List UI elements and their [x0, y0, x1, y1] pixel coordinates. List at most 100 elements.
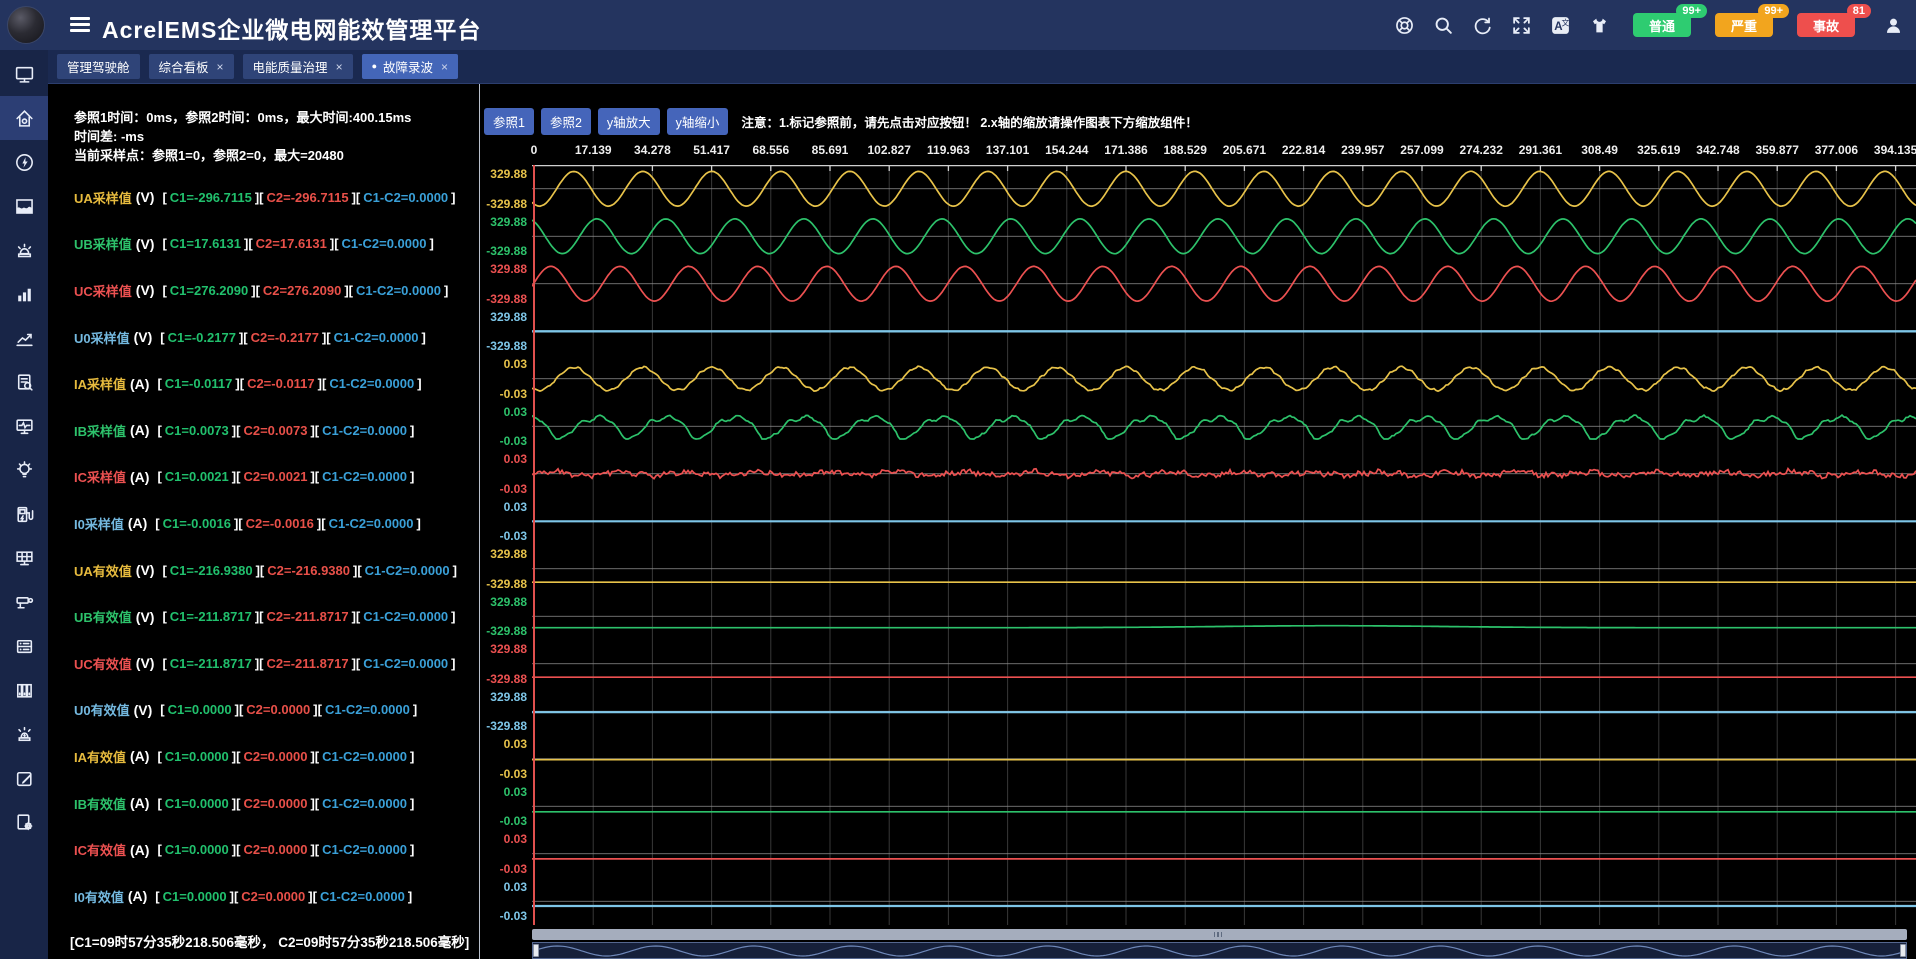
sidebar-item-doc-gear[interactable]: [0, 800, 48, 844]
bracket: [: [157, 423, 161, 438]
bracket: ][: [235, 376, 244, 391]
channel-unit: (V): [136, 189, 155, 205]
c1-c2-diff: C1-C2=0.0000: [322, 796, 407, 811]
channel-row-IA采样值: IA采样值(A)[C1=-0.0117][C2=-0.0117][C1-C2=0…: [74, 360, 473, 407]
channel-row-IB有效值: IB有效值(A)[C1=0.0000][C2=0.0000][C1-C2=0.0…: [74, 780, 473, 827]
sidebar-item-bar-chart[interactable]: [0, 272, 48, 316]
close-icon[interactable]: ×: [336, 60, 343, 74]
bracket: [: [157, 842, 161, 857]
close-icon[interactable]: ×: [217, 60, 224, 74]
chart-button-y轴放大[interactable]: y轴放大: [598, 108, 660, 135]
sidebar-item-area-chart[interactable]: [0, 184, 48, 228]
refresh-icon[interactable]: [1471, 14, 1493, 36]
bracket: ][: [255, 609, 264, 624]
sidebar-item-server-device[interactable]: [0, 624, 48, 668]
bracket: ][: [310, 749, 319, 764]
bracket: ]: [410, 796, 414, 811]
channel-name: UA采样值: [74, 188, 132, 207]
chart-button-y轴缩小[interactable]: y轴缩小: [667, 108, 729, 135]
sidebar-item-ev-charger[interactable]: [0, 492, 48, 536]
bracket: ][: [255, 656, 264, 671]
y-max-label: 0.03: [504, 880, 527, 894]
fullscreen-icon[interactable]: [1510, 14, 1532, 36]
sidebar-item-trend-chart[interactable]: [0, 316, 48, 360]
c1-c2-diff: C1-C2=0.0000: [325, 702, 410, 717]
sidebar-item-report-search[interactable]: [0, 360, 48, 404]
sidebar-item-bulb[interactable]: [0, 448, 48, 492]
reference-info: 参照1时间：0ms，参照2时间：0ms，最大时间:400.15ms 时间差: -…: [74, 108, 411, 165]
bracket: ]: [451, 656, 455, 671]
waveform-chart-area: 参照1参照2y轴放大y轴缩小 注意：1.标记参照前，请先点击对应按钮！ 2.x轴…: [481, 84, 1916, 959]
c2-value: C2=0.0073: [243, 423, 307, 438]
c2-value: C2=-0.0016: [246, 516, 314, 531]
c1-c2-diff: C1-C2=0.0000: [320, 889, 405, 904]
y-min-label: -329.88: [486, 197, 527, 211]
sidebar-item-screen-monitor[interactable]: [0, 52, 48, 96]
c2-value: C2=-216.9380: [267, 563, 350, 578]
hamburger-menu-icon[interactable]: [70, 17, 90, 33]
theme-icon[interactable]: [1588, 14, 1610, 36]
alarm-button-严重[interactable]: 严重99+: [1715, 13, 1773, 37]
c1-value: C1=276.2090: [170, 283, 248, 298]
c1-value: C1=-0.0016: [163, 516, 231, 531]
user-icon[interactable]: [1882, 14, 1904, 36]
scrollbar-grip-icon[interactable]: [1214, 932, 1226, 937]
tab-电能质量治理[interactable]: 电能质量治理×: [243, 54, 353, 79]
x-tick-label: 34.278: [634, 143, 671, 157]
sidebar-item-alarm-beacon[interactable]: [0, 712, 48, 756]
y-min-label: -0.03: [500, 387, 527, 401]
bracket: ]: [444, 283, 448, 298]
y-max-label: 329.88: [490, 262, 527, 276]
search-icon[interactable]: [1432, 14, 1454, 36]
translate-icon[interactable]: A文: [1549, 14, 1571, 36]
chart-button-参照1[interactable]: 参照1: [484, 108, 534, 135]
avatar[interactable]: [7, 6, 45, 44]
channel-name: U0有效值: [74, 700, 130, 719]
sidebar-item-archive-books[interactable]: [0, 668, 48, 712]
channel-name: UC采样值: [74, 281, 132, 300]
c1-value: C1=0.0000: [168, 702, 232, 717]
c1-c2-diff: C1-C2=0.0000: [356, 283, 441, 298]
sidebar-item-energy-circle[interactable]: [0, 140, 48, 184]
chart-button-参照2[interactable]: 参照2: [541, 108, 591, 135]
c2-value: C2=-211.8717: [267, 609, 349, 624]
close-icon[interactable]: ×: [441, 60, 448, 74]
sample-points: 当前采样点：参照1=0，参照2=0，最大=20480: [74, 146, 411, 165]
help-icon[interactable]: [1393, 14, 1415, 36]
x-tick-label: 137.101: [986, 143, 1029, 157]
alarm-button-事故[interactable]: 事故81: [1797, 13, 1855, 37]
channel-unit: (A): [130, 842, 149, 858]
sidebar-item-cctv-camera[interactable]: [0, 580, 48, 624]
bracket: [: [162, 236, 166, 251]
horizontal-scrollbar[interactable]: [532, 929, 1907, 940]
sidebar-item-home[interactable]: [0, 96, 48, 140]
tab-管理驾驶舱[interactable]: 管理驾驶舱: [57, 54, 140, 79]
cursor-timestamps: [C1=09时57分35秒218.506毫秒， C2=09时57分35秒218.…: [70, 931, 469, 951]
x-zoom-component[interactable]: [532, 942, 1907, 959]
channel-unit: (V): [134, 329, 153, 345]
bracket: ][: [352, 656, 361, 671]
sidebar-item-solar-panel[interactable]: [0, 536, 48, 580]
home-icon: [14, 108, 35, 129]
x-tick-label: 188.529: [1163, 143, 1206, 157]
bracket: [: [160, 702, 164, 717]
alarm-button-普通[interactable]: 普通99+: [1633, 13, 1691, 37]
tab-综合看板[interactable]: 综合看板×: [149, 54, 234, 79]
zoom-handle-right[interactable]: [1900, 944, 1906, 957]
bracket: [: [157, 376, 161, 391]
x-tick-label: 308.49: [1581, 143, 1618, 157]
channel-name: IC有效值: [74, 840, 126, 859]
c1-c2-diff: C1-C2=0.0000: [322, 423, 407, 438]
bulb-icon: [14, 460, 35, 481]
c2-value: C2=0.0021: [243, 469, 307, 484]
c1-c2-diff: C1-C2=0.0000: [342, 236, 427, 251]
sidebar-item-alarm-siren[interactable]: [0, 228, 48, 272]
bracket: ][: [239, 330, 248, 345]
bracket: ][: [322, 330, 331, 345]
zoom-handle-left[interactable]: [533, 944, 539, 957]
tab-故障录波[interactable]: ●故障录波×: [362, 54, 458, 79]
sidebar-item-monitor-pulse[interactable]: [0, 404, 48, 448]
waveform-plot[interactable]: [532, 165, 1916, 925]
sidebar-item-edit-square[interactable]: [0, 756, 48, 800]
x-tick-label: 154.244: [1045, 143, 1088, 157]
